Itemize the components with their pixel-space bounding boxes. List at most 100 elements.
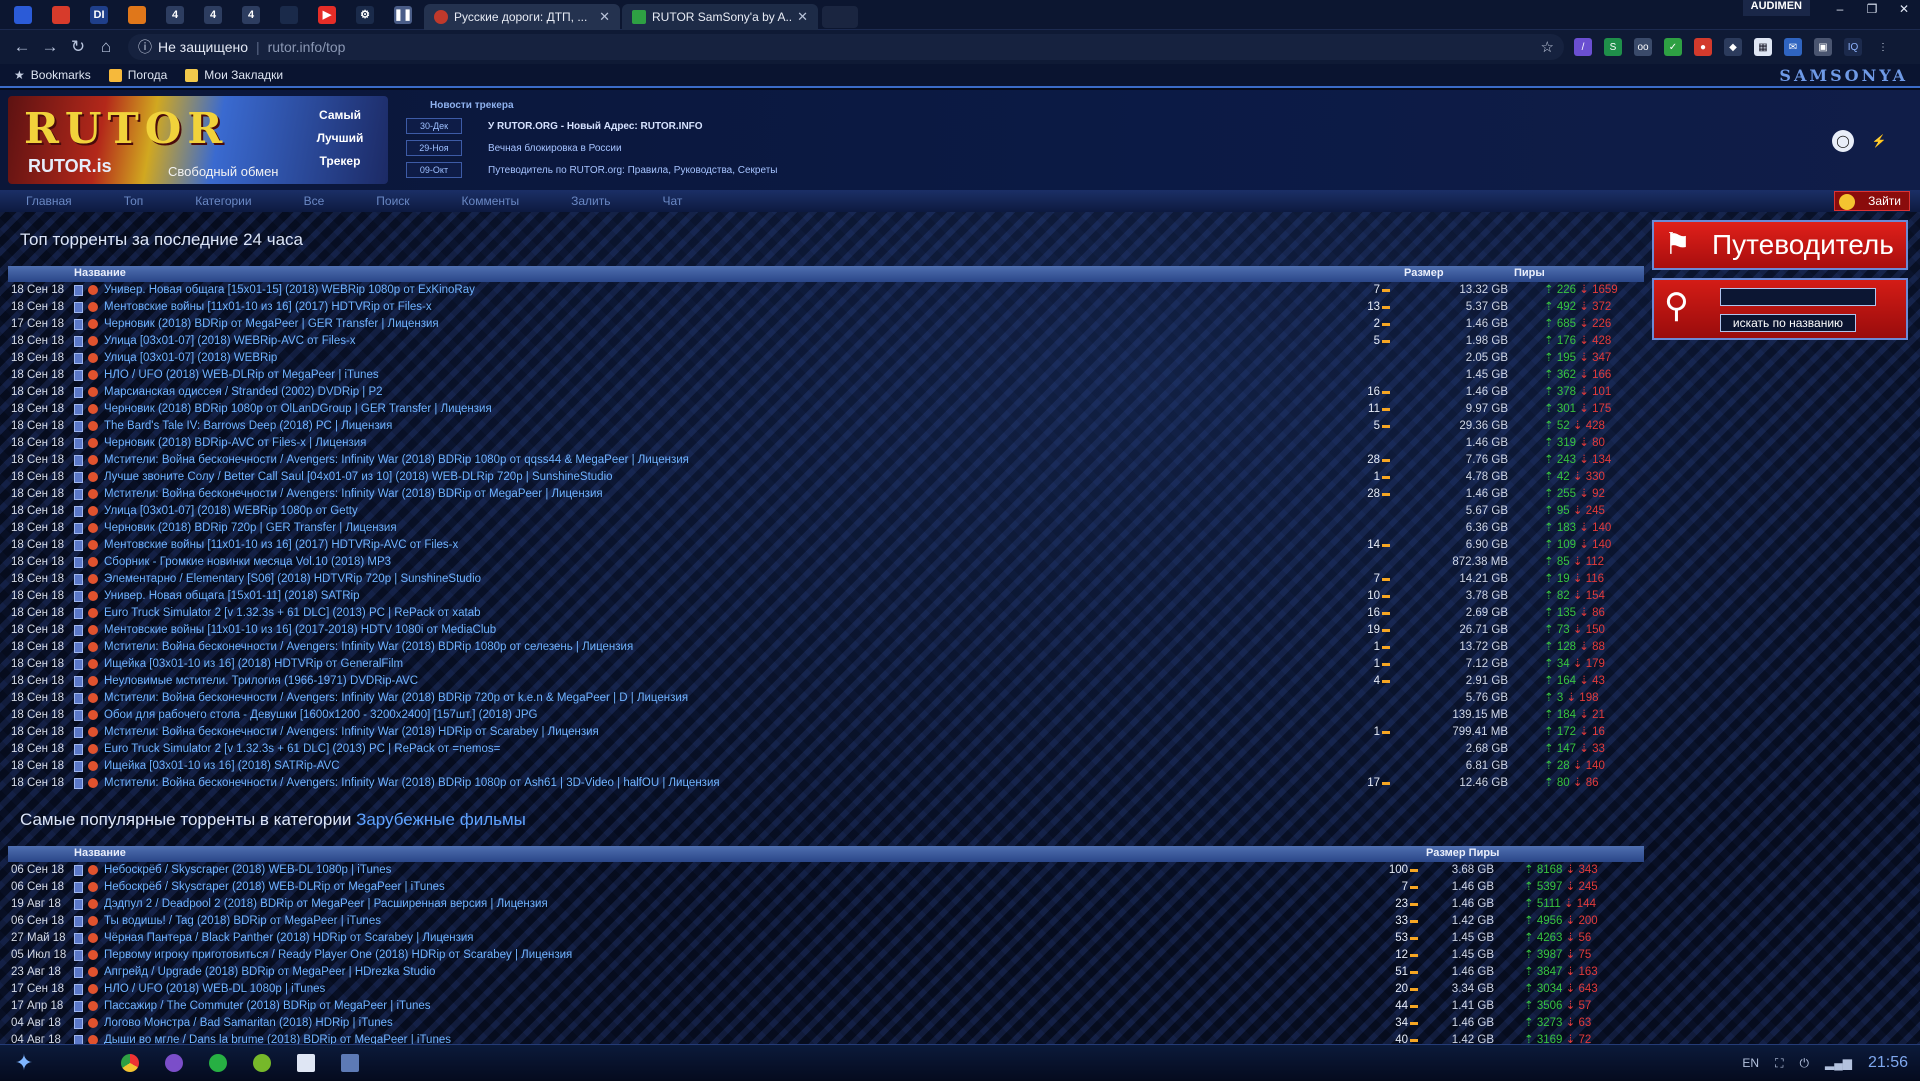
download-icon[interactable] xyxy=(74,625,83,636)
magnet-icon[interactable] xyxy=(88,472,98,482)
torrent-title-link[interactable]: Универ. Новая общага [15x01-15] (2018) W… xyxy=(104,282,475,299)
torrent-title-link[interactable]: Ментовские войны [11x01-10 из 16] (2017)… xyxy=(104,299,432,316)
download-icon[interactable] xyxy=(74,591,83,602)
address-bar[interactable]: ⓘ Не защищено | rutor.info/top ☆ xyxy=(128,34,1564,60)
clock[interactable]: 21:56 xyxy=(1868,1054,1908,1072)
magnet-icon[interactable] xyxy=(88,950,98,960)
power-icon[interactable]: ⏻ xyxy=(1799,1056,1809,1071)
download-icon[interactable] xyxy=(74,916,83,927)
search-button[interactable]: искать по названию xyxy=(1720,314,1856,332)
news-item[interactable]: 29-Ноя Вечная блокировка в России xyxy=(406,137,778,159)
download-icon[interactable] xyxy=(74,727,83,738)
torrent-title-link[interactable]: Небоскрёб / Skyscraper (2018) WEB-DLRip … xyxy=(104,879,445,896)
download-icon[interactable] xyxy=(74,933,83,944)
download-icon[interactable] xyxy=(74,608,83,619)
magnet-icon[interactable] xyxy=(88,302,98,312)
bookmark-star-icon[interactable]: ☆ xyxy=(1541,38,1554,56)
magnet-icon[interactable] xyxy=(88,676,98,686)
magnet-icon[interactable] xyxy=(88,455,98,465)
menu-item-upload[interactable]: Залить xyxy=(571,194,610,208)
start-button-icon[interactable]: ✦ xyxy=(0,1045,48,1081)
magnet-icon[interactable] xyxy=(88,933,98,943)
guide-banner[interactable]: ⚑ Путеводитель xyxy=(1652,220,1908,270)
download-icon[interactable] xyxy=(74,659,83,670)
category-link[interactable]: Зарубежные фильмы xyxy=(356,810,526,829)
torrent-title-link[interactable]: Черновик (2018) BDRip от MegaPeer | GER … xyxy=(104,316,439,333)
torrent-title-link[interactable]: Дыши во мгле / Dans la brume (2018) BDRi… xyxy=(104,1032,451,1044)
magnet-icon[interactable] xyxy=(88,761,98,771)
torrent-title-link[interactable]: Euro Truck Simulator 2 [v 1.32.3s + 61 D… xyxy=(104,741,500,758)
minimize-icon[interactable]: – xyxy=(1824,0,1856,18)
download-icon[interactable] xyxy=(74,523,83,534)
torrent-title-link[interactable]: Универ. Новая общага [15x01-11] (2018) S… xyxy=(104,588,360,605)
download-icon[interactable] xyxy=(74,489,83,500)
taskbar-app[interactable] xyxy=(152,1048,196,1078)
download-icon[interactable] xyxy=(74,778,83,789)
download-icon[interactable] xyxy=(74,438,83,449)
pinned-tab[interactable] xyxy=(42,1,80,29)
torrent-title-link[interactable]: Мстители: Война бесконечности / Avengers… xyxy=(104,724,599,741)
extension-icon[interactable]: ▣ xyxy=(1814,38,1832,56)
menu-item-comments[interactable]: Комменты xyxy=(462,194,520,208)
torrent-title-link[interactable]: Марсианская одиссея / Stranded (2002) DV… xyxy=(104,384,383,401)
extension-icon[interactable]: / xyxy=(1574,38,1592,56)
download-icon[interactable] xyxy=(74,387,83,398)
login-button[interactable]: Зайти xyxy=(1834,191,1910,211)
magnet-icon[interactable] xyxy=(88,353,98,363)
magnet-icon[interactable] xyxy=(88,710,98,720)
news-link[interactable]: Вечная блокировка в России xyxy=(488,143,622,154)
download-icon[interactable] xyxy=(74,421,83,432)
extension-icon[interactable]: ✉ xyxy=(1784,38,1802,56)
taskbar-app[interactable] xyxy=(284,1048,328,1078)
magnet-icon[interactable] xyxy=(88,506,98,516)
torrent-title-link[interactable]: Логово Монстра / Bad Samaritan (2018) HD… xyxy=(104,1015,393,1032)
torrent-title-link[interactable]: Черновик (2018) BDRip 1080p от OlLanDGro… xyxy=(104,401,492,418)
download-icon[interactable] xyxy=(74,302,83,313)
download-icon[interactable] xyxy=(74,319,83,330)
torrent-title-link[interactable]: Улица [03x01-07] (2018) WEBRip xyxy=(104,350,277,367)
torrent-title-link[interactable]: Черновик (2018) BDRip-AVC от Files-x | Л… xyxy=(104,435,366,452)
torrent-title-link[interactable]: Мстители: Война бесконечности / Avengers… xyxy=(104,690,688,707)
pinned-tab[interactable] xyxy=(270,1,308,29)
download-icon[interactable] xyxy=(74,642,83,653)
bookmark-item[interactable]: Погода xyxy=(108,68,167,82)
magnet-icon[interactable] xyxy=(88,625,98,635)
torrent-title-link[interactable]: Дэдпул 2 / Deadpool 2 (2018) BDRip от Me… xyxy=(104,896,548,913)
torrent-title-link[interactable]: Черновик (2018) BDRip 720p | GER Transfe… xyxy=(104,520,397,537)
torrent-title-link[interactable]: Ментовские войны [11x01-10 из 16] (2017)… xyxy=(104,537,458,554)
magnet-icon[interactable] xyxy=(88,421,98,431)
torrent-title-link[interactable]: The Bard's Tale IV: Barrows Deep (2018) … xyxy=(104,418,392,435)
download-icon[interactable] xyxy=(74,676,83,687)
magnet-icon[interactable] xyxy=(88,438,98,448)
new-tab-button[interactable] xyxy=(822,5,858,28)
magnet-icon[interactable] xyxy=(88,642,98,652)
extension-icon[interactable]: ◆ xyxy=(1724,38,1742,56)
magnet-icon[interactable] xyxy=(88,387,98,397)
close-window-icon[interactable]: ✕ xyxy=(1888,0,1920,18)
extension-icon[interactable]: oo xyxy=(1634,38,1652,56)
download-icon[interactable] xyxy=(74,455,83,466)
download-icon[interactable] xyxy=(74,1018,83,1029)
menu-item-all[interactable]: Все xyxy=(304,194,325,208)
magnet-icon[interactable] xyxy=(88,778,98,788)
taskbar-app[interactable] xyxy=(240,1048,284,1078)
torrent-title-link[interactable]: Сборник - Громкие новинки месяца Vol.10 … xyxy=(104,554,391,571)
torrent-title-link[interactable]: Ищейка [03x01-10 из 16] (2018) SATRip-AV… xyxy=(104,758,340,775)
download-icon[interactable] xyxy=(74,540,83,551)
magnet-icon[interactable] xyxy=(88,557,98,567)
magnet-icon[interactable] xyxy=(88,744,98,754)
download-icon[interactable] xyxy=(74,370,83,381)
news-link[interactable]: У RUTOR.ORG - Новый Адрес: RUTOR.INFO xyxy=(488,121,703,132)
download-icon[interactable] xyxy=(74,950,83,961)
reload-icon[interactable]: ↻ xyxy=(64,33,92,61)
torrent-title-link[interactable]: Ищейка [03x01-10 из 16] (2018) HDTVRip о… xyxy=(104,656,403,673)
torrent-title-link[interactable]: Лучше звоните Солу / Better Call Saul [0… xyxy=(104,469,613,486)
download-icon[interactable] xyxy=(74,882,83,893)
pinned-tab[interactable] xyxy=(118,1,156,29)
download-icon[interactable] xyxy=(74,865,83,876)
magnet-icon[interactable] xyxy=(88,865,98,875)
download-icon[interactable] xyxy=(74,472,83,483)
bookmark-item[interactable]: ★ Bookmarks xyxy=(14,68,91,82)
magnet-icon[interactable] xyxy=(88,967,98,977)
search-input[interactable] xyxy=(1720,288,1876,306)
